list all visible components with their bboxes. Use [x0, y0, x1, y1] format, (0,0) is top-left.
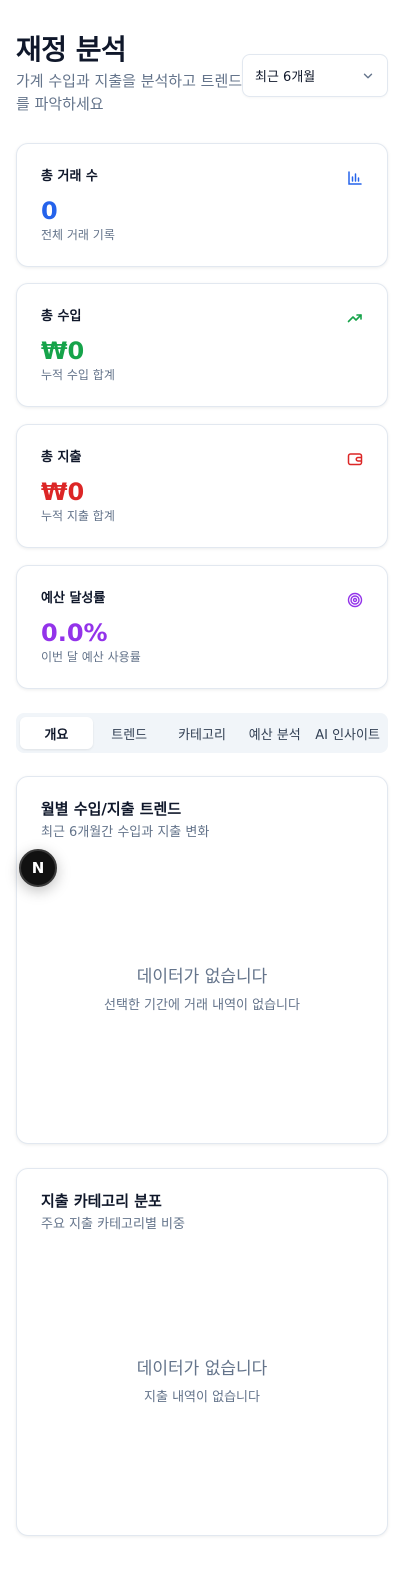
chart-card-monthly-trend: 월별 수입/지출 트렌드 최근 6개월간 수입과 지출 변화 데이터가 없습니다… [16, 776, 388, 1144]
stat-value: ₩0 [41, 478, 85, 506]
stat-label: 총 거래 수 [41, 169, 98, 184]
tab-trends[interactable]: 트렌드 [93, 717, 166, 749]
stat-label: 총 수입 [41, 309, 82, 324]
stat-desc: 누적 지출 합계 [41, 509, 115, 523]
stat-value: 0 [41, 197, 58, 225]
stat-value: ₩0 [41, 337, 85, 365]
chevron-down-icon [363, 73, 373, 79]
floating-dev-badge[interactable]: N [19, 849, 57, 887]
tab-budget-analysis[interactable]: 예산 분석 [238, 717, 311, 749]
empty-state: 데이터가 없습니다 지출 내역이 없습니다 [17, 1357, 387, 1407]
target-icon [347, 592, 363, 608]
chart-subtitle: 주요 지출 카테고리별 비중 [41, 1217, 185, 1232]
stat-value: 0.0% [41, 619, 108, 647]
stat-desc: 누적 수입 합계 [41, 368, 115, 382]
chart-subtitle: 최근 6개월간 수입과 지출 변화 [41, 825, 210, 840]
empty-state-title: 데이터가 없습니다 [136, 1359, 268, 1379]
chart-title: 지출 카테고리 분포 [41, 1192, 162, 1210]
trending-up-icon [347, 314, 362, 323]
wallet-icon [347, 453, 363, 466]
empty-state-desc: 선택한 기간에 거래 내역이 없습니다 [104, 998, 300, 1013]
bar-chart-icon [348, 171, 362, 185]
page-header: 재정 분석 가계 수입과 지출을 분석하고 트렌드를 파악하세요 최근 6개월 [16, 30, 388, 116]
stat-label: 예산 달성률 [41, 591, 106, 606]
tab-overview[interactable]: 개요 [20, 717, 93, 749]
period-select[interactable]: 최근 6개월 [242, 54, 388, 97]
stat-card-expense: 총 지출 ₩0 누적 지출 합계 [16, 424, 388, 548]
tab-ai-insights[interactable]: AI 인사이트 [311, 717, 384, 749]
page: 재정 분석 가계 수입과 지출을 분석하고 트렌드를 파악하세요 최근 6개월 … [0, 0, 404, 1584]
empty-state: 데이터가 없습니다 선택한 기간에 거래 내역이 없습니다 [17, 965, 387, 1015]
stat-desc: 이번 달 예산 사용률 [41, 650, 141, 664]
chart-title: 월별 수입/지출 트렌드 [41, 800, 182, 818]
chart-card-category-distribution: 지출 카테고리 분포 주요 지출 카테고리별 비중 데이터가 없습니다 지출 내… [16, 1168, 388, 1536]
stat-card-income: 총 수입 ₩0 누적 수입 합계 [16, 283, 388, 407]
stat-label: 총 지출 [41, 450, 82, 465]
tab-categories[interactable]: 카테고리 [166, 717, 239, 749]
tab-list: 개요 트렌드 카테고리 예산 분석 AI 인사이트 [16, 713, 388, 753]
stat-card-budget: 예산 달성률 0.0% 이번 달 예산 사용률 [16, 565, 388, 689]
empty-state-desc: 지출 내역이 없습니다 [144, 1390, 260, 1405]
stat-desc: 전체 거래 기록 [41, 228, 115, 242]
page-subtitle: 가계 수입과 지출을 분석하고 트렌드를 파악하세요 [16, 72, 243, 113]
period-select-value: 최근 6개월 [255, 70, 316, 85]
stat-card-transactions: 총 거래 수 0 전체 거래 기록 [16, 143, 388, 267]
empty-state-title: 데이터가 없습니다 [136, 967, 268, 987]
